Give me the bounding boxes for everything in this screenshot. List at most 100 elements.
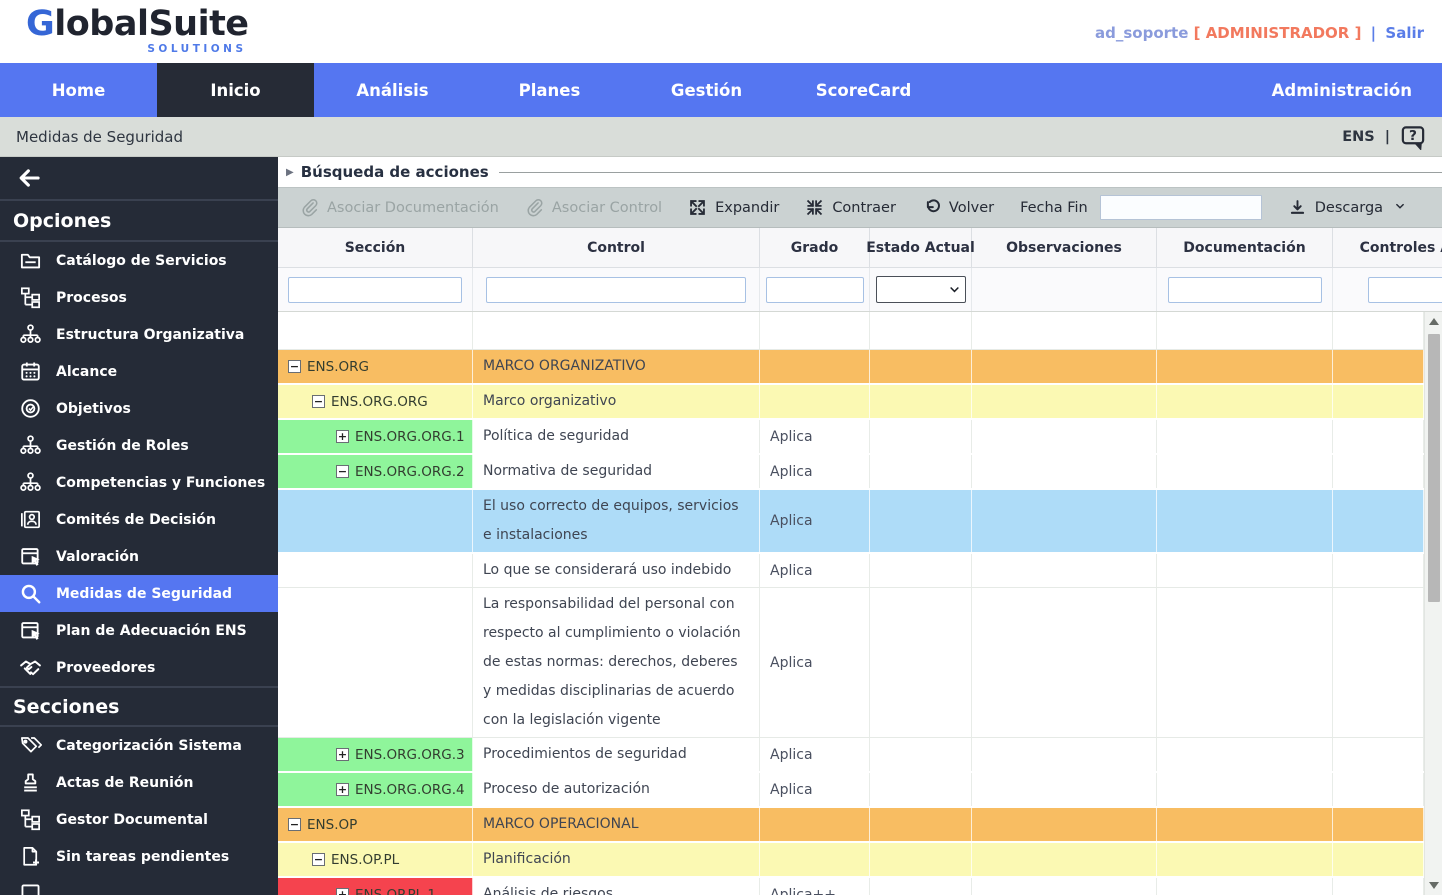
back-arrow-icon <box>16 165 42 191</box>
sidebar-item-estructura-organizativa[interactable]: Estructura Organizativa <box>0 316 278 353</box>
nav-tab-analisis[interactable]: Análisis <box>314 63 471 117</box>
nav-tab-scorecard[interactable]: ScoreCard <box>785 63 942 117</box>
nav-tab-home[interactable]: Home <box>0 63 157 117</box>
table-row[interactable]: El uso correcto de equipos, servicios e … <box>278 490 1424 554</box>
cell-estado-actual <box>870 843 972 876</box>
control-text: Marco organizativo <box>483 387 616 416</box>
filter-documentacion-input[interactable] <box>1168 277 1322 303</box>
expander-minus-icon[interactable]: − <box>312 395 325 408</box>
table-row-ens-op-pl[interactable]: −ENS.OP.PLPlanificación <box>278 843 1424 878</box>
column-header-grado[interactable]: Grado <box>760 228 870 267</box>
column-header-control[interactable]: Control <box>473 228 760 267</box>
sidebar-item-gestion-de-roles[interactable]: Gestión de Roles <box>0 427 278 464</box>
cell-grado: Aplica <box>760 554 870 587</box>
table-row-ens-op-pl-1[interactable]: +ENS.OP.PL.1Análisis de riesgosAplica++ <box>278 878 1424 895</box>
expander-minus-icon[interactable]: − <box>312 853 325 866</box>
nav-tab-administracion[interactable]: Administración <box>1242 63 1442 117</box>
sidebar-item-competencias-y-funciones[interactable]: Competencias y Funciones <box>0 464 278 501</box>
back-button[interactable] <box>0 157 278 201</box>
logo-text: GlobalSuite <box>26 7 249 42</box>
cell-control: El uso correcto de equipos, servicios e … <box>473 490 760 552</box>
hierarchy-icon <box>19 434 42 457</box>
sidebar-item-plan-de-adecuacion-ens[interactable]: Plan de Adecuación ENS <box>0 612 278 649</box>
cell-grado <box>760 350 870 383</box>
filter-controles-agrupados-input[interactable] <box>1368 277 1442 303</box>
cell-estado-actual <box>870 490 972 552</box>
app-root: GlobalSuite SOLUTIONS ad_soporte [ ADMIN… <box>0 0 1442 895</box>
nav-tab-gestion[interactable]: Gestión <box>628 63 785 117</box>
table-row-ens-org-org[interactable]: −ENS.ORG.ORGMarco organizativo <box>278 385 1424 420</box>
main-navbar: HomeInicioAnálisisPlanesGestiónScoreCard… <box>0 63 1442 117</box>
expander-minus-icon[interactable]: − <box>336 465 349 478</box>
sidebar-item-procesos[interactable]: Procesos <box>0 279 278 316</box>
sidebar-item-alcance[interactable]: Alcance <box>0 353 278 390</box>
table-row-ens-org-org-1[interactable]: +ENS.ORG.ORG.1Política de seguridadAplic… <box>278 420 1424 455</box>
cell-controles-agrupados <box>1333 420 1424 453</box>
sidebar-item-actas-de-reunion[interactable]: Actas de Reunión <box>0 764 278 801</box>
sidebar-item-valoracion[interactable]: Valoración <box>0 538 278 575</box>
scrollbar-thumb[interactable] <box>1428 334 1440 602</box>
expander-plus-icon[interactable]: + <box>336 888 349 895</box>
scroll-down-arrow-icon[interactable] <box>1429 882 1439 889</box>
expander-plus-icon[interactable]: + <box>336 430 349 443</box>
contraer-button[interactable]: Contraer <box>805 198 896 217</box>
table-row-ens-org-org-2[interactable]: −ENS.ORG.ORG.2Normativa de seguridadApli… <box>278 455 1424 490</box>
column-header-seccion[interactable]: Sección <box>278 228 473 267</box>
expander-plus-icon[interactable]: + <box>336 748 349 761</box>
table-row-ens-org-org-3[interactable]: +ENS.ORG.ORG.3Procedimientos de segurida… <box>278 738 1424 773</box>
vertical-scrollbar[interactable] <box>1424 312 1442 895</box>
sidebar-item-sin-tareas-pendientes[interactable]: Sin tareas pendientes <box>0 838 278 875</box>
expandir-button[interactable]: Expandir <box>688 198 779 217</box>
cell-estado-actual <box>870 385 972 418</box>
control-text: Política de seguridad <box>483 422 629 451</box>
cell-documentacion <box>1157 490 1333 552</box>
sidebar-item-gestor-documental[interactable]: Gestor Documental <box>0 801 278 838</box>
table-row-ens-op[interactable]: −ENS.OPMARCO OPERACIONAL <box>278 808 1424 843</box>
grado-value: Aplica <box>770 429 813 445</box>
expander-plus-icon[interactable]: + <box>336 783 349 796</box>
fecha-fin-input[interactable] <box>1100 195 1262 220</box>
scroll-up-arrow-icon[interactable] <box>1429 318 1439 325</box>
column-header-estado-actual[interactable]: Estado Actual <box>870 228 972 267</box>
logo-tagline: SOLUTIONS <box>26 44 249 55</box>
filter-control-input[interactable] <box>486 277 746 303</box>
column-header-controles-agrupados[interactable]: Controles Agrupados <box>1333 228 1442 267</box>
help-icon[interactable]: ? <box>1400 124 1426 150</box>
filter-grado-input[interactable] <box>766 277 864 303</box>
column-header-documentacion[interactable]: Documentación <box>1157 228 1333 267</box>
expander-minus-icon[interactable]: − <box>288 360 301 373</box>
grado-value: Aplica <box>770 747 813 763</box>
cell-controles-agrupados <box>1333 455 1424 488</box>
sidebar-item-proveedores[interactable]: Proveedores <box>0 649 278 686</box>
logout-link[interactable]: Salir <box>1385 24 1424 42</box>
cell-controles-agrupados <box>1333 738 1424 771</box>
section-code: ENS.ORG <box>307 359 369 375</box>
expander-minus-icon[interactable]: − <box>288 818 301 831</box>
sidebar-item-catalogo-de-servicios[interactable]: Catálogo de Servicios <box>0 242 278 279</box>
cell-controles-agrupados <box>1333 808 1424 841</box>
window-icon <box>19 882 42 895</box>
filter-seccion-input[interactable] <box>288 277 462 303</box>
search-icon <box>19 582 42 605</box>
nav-tab-inicio[interactable]: Inicio <box>157 63 314 117</box>
sidebar-item-comites-de-decision[interactable]: Comités de Decisión <box>0 501 278 538</box>
volver-button[interactable]: Volver <box>922 198 994 217</box>
sidebar-item-objetivos[interactable]: Objetivos <box>0 390 278 427</box>
download-icon <box>1288 198 1307 217</box>
user-name[interactable]: ad_soporte <box>1095 24 1188 42</box>
sidebar-item-medidas-de-seguridad[interactable]: Medidas de Seguridad <box>0 575 278 612</box>
table-row-ens-org-org-4[interactable]: +ENS.ORG.ORG.4Proceso de autorizaciónApl… <box>278 773 1424 808</box>
toolbar-button-label: Contraer <box>832 200 896 216</box>
sidebar-item-partial[interactable] <box>0 875 278 895</box>
column-header-observaciones[interactable]: Observaciones <box>972 228 1157 267</box>
table-row[interactable]: Lo que se considerará uso indebidoAplica <box>278 554 1424 588</box>
nav-tab-planes[interactable]: Planes <box>471 63 628 117</box>
filter-estado-actual-select[interactable] <box>876 276 966 303</box>
triangle-right-icon[interactable]: ▶ <box>286 167 294 178</box>
sidebar-item-categorizacion-sistema[interactable]: Categorización Sistema <box>0 727 278 764</box>
calendar-cursor-icon <box>19 545 42 568</box>
table-row-ens-org[interactable]: −ENS.ORGMARCO ORGANIZATIVO <box>278 350 1424 385</box>
table-row[interactable]: La responsabilidad del personal con resp… <box>278 588 1424 738</box>
grado-value: Aplica <box>770 563 813 579</box>
descarga-button[interactable]: Descarga <box>1288 198 1407 217</box>
